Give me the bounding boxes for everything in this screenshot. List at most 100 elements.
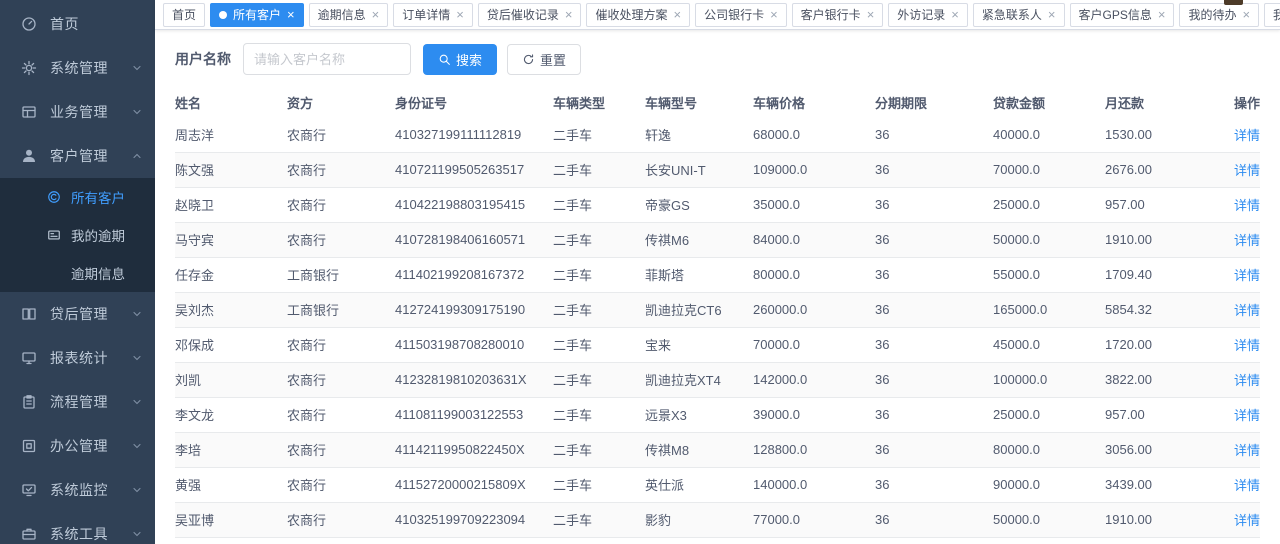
- close-icon[interactable]: ×: [673, 8, 681, 21]
- close-icon[interactable]: ×: [1242, 8, 1250, 21]
- sidebar-item-label: 客户管理: [50, 146, 131, 166]
- table-cell: 55000.0: [993, 537, 1105, 544]
- table-cell: 80000.0: [993, 432, 1105, 467]
- avatar[interactable]: [1224, 0, 1243, 5]
- close-icon[interactable]: ×: [1158, 8, 1166, 21]
- reset-button[interactable]: 重置: [507, 44, 581, 75]
- detail-link[interactable]: 详情: [1234, 163, 1260, 178]
- table-cell: 260000.0: [753, 292, 875, 327]
- close-icon[interactable]: ×: [770, 8, 778, 21]
- table-cell: 1910.00: [1105, 222, 1220, 257]
- table-cell: 菲斯塔: [645, 257, 753, 292]
- table-cell: 黄强: [175, 467, 287, 502]
- table-cell: 36: [875, 362, 993, 397]
- table-cell: 411081199003122553: [395, 397, 553, 432]
- tab-8[interactable]: 外访记录×: [888, 3, 968, 27]
- sidebar-item-4[interactable]: 贷后管理: [0, 292, 155, 336]
- sidebar-item-7[interactable]: 办公管理: [0, 424, 155, 468]
- table-cell-action: 详情: [1220, 152, 1260, 187]
- sidebar-subitem-3-2[interactable]: 逾期信息: [0, 254, 155, 292]
- table-cell: 35000.0: [753, 187, 875, 222]
- detail-link[interactable]: 详情: [1234, 268, 1260, 283]
- tab-4[interactable]: 贷后催收记录×: [478, 3, 582, 27]
- table-body: 周志洋农商行410327199111112819二手车轩逸68000.03640…: [175, 117, 1260, 544]
- tab-bar: 首页所有客户×逾期信息×订单详情×贷后催收记录×催收处理方案×公司银行卡×客户银…: [155, 0, 1280, 30]
- table-cell: 农商行: [287, 397, 395, 432]
- detail-link[interactable]: 详情: [1234, 338, 1260, 353]
- tab-label: 逾期信息: [318, 6, 366, 23]
- table-cell: 传祺M8: [645, 432, 753, 467]
- detail-link[interactable]: 详情: [1234, 408, 1260, 423]
- table-cell: 25000.0: [993, 187, 1105, 222]
- tab-10[interactable]: 客户GPS信息 ×: [1070, 3, 1175, 27]
- table-cell: 41232819810203631X: [395, 362, 553, 397]
- table-cell: 957.00: [1105, 187, 1220, 222]
- sidebar-item-5[interactable]: 报表统计: [0, 336, 155, 380]
- column-header: 操作: [1220, 87, 1260, 117]
- detail-link[interactable]: 详情: [1234, 513, 1260, 528]
- tab-3[interactable]: 订单详情×: [393, 3, 473, 27]
- detail-link[interactable]: 详情: [1234, 373, 1260, 388]
- sidebar-item-9[interactable]: 系统工具: [0, 512, 155, 544]
- detail-link[interactable]: 详情: [1234, 233, 1260, 248]
- table-cell-action: 详情: [1220, 327, 1260, 362]
- tab-9[interactable]: 紧急联系人×: [973, 3, 1065, 27]
- close-icon[interactable]: ×: [372, 8, 380, 21]
- close-icon[interactable]: ×: [867, 8, 875, 21]
- column-header: 车辆型号: [645, 87, 753, 117]
- search-input[interactable]: [243, 43, 411, 75]
- close-icon[interactable]: ×: [1048, 8, 1056, 21]
- column-header: 贷款金额: [993, 87, 1105, 117]
- table-cell: 410728198406160571: [395, 222, 553, 257]
- office-icon: [21, 438, 37, 454]
- table-cell: 3822.00: [1105, 362, 1220, 397]
- tab-12[interactable]: 我的流程×: [1264, 3, 1280, 27]
- table-cell: 3056.00: [1105, 432, 1220, 467]
- tab-5[interactable]: 催收处理方案×: [586, 3, 690, 27]
- chevron-down-icon: [131, 308, 143, 320]
- close-icon[interactable]: ×: [951, 8, 959, 21]
- table-cell: 赵晓卫: [175, 187, 287, 222]
- close-icon[interactable]: ×: [565, 8, 573, 21]
- sidebar-item-3[interactable]: 客户管理: [0, 134, 155, 178]
- sidebar-item-0[interactable]: 首页: [0, 2, 155, 46]
- table-cell: 957.00: [1105, 397, 1220, 432]
- detail-link[interactable]: 详情: [1234, 128, 1260, 143]
- sidebar-item-2[interactable]: 业务管理: [0, 90, 155, 134]
- sidebar-subitem-3-0[interactable]: 所有客户: [0, 178, 155, 216]
- detail-link[interactable]: 详情: [1234, 443, 1260, 458]
- tab-2[interactable]: 逾期信息 ×: [309, 3, 389, 27]
- table-row: 黄强农商行41152720000215809X二手车英仕派140000.0369…: [175, 467, 1260, 502]
- sidebar-subitem-3-1[interactable]: 我的逾期: [0, 216, 155, 254]
- tab-11[interactable]: 我的待办×: [1179, 3, 1259, 27]
- sidebar-item-1[interactable]: 系统管理: [0, 46, 155, 90]
- table-cell: 农商行: [287, 152, 395, 187]
- table-cell: 142000.0: [753, 362, 875, 397]
- table-cell: 帝豪GS: [645, 187, 753, 222]
- table-cell: 25000.0: [993, 397, 1105, 432]
- close-icon[interactable]: ×: [456, 8, 464, 21]
- close-icon[interactable]: ×: [287, 8, 295, 21]
- tab-7[interactable]: 客户银行卡×: [792, 3, 884, 27]
- chevron-down-icon: [131, 528, 143, 540]
- tab-label: 客户GPS信息: [1079, 6, 1152, 23]
- tab-1[interactable]: 所有客户 ×: [210, 3, 304, 27]
- detail-link[interactable]: 详情: [1234, 198, 1260, 213]
- tab-label: 所有客户: [233, 6, 281, 23]
- table-cell: 吴刘杰: [175, 292, 287, 327]
- table-cell: 英仕派: [645, 467, 753, 502]
- sidebar-item-6[interactable]: 流程管理: [0, 380, 155, 424]
- table-cell-action: 详情: [1220, 292, 1260, 327]
- detail-link[interactable]: 详情: [1234, 478, 1260, 493]
- table-cell: 412724199309175190: [395, 292, 553, 327]
- business-icon: [21, 104, 37, 120]
- tab-0[interactable]: 首页: [163, 3, 205, 27]
- tab-6[interactable]: 公司银行卡×: [695, 3, 787, 27]
- table-cell: 410422198803195415: [395, 187, 553, 222]
- table-row: 周志洋农商行410327199111112819二手车轩逸68000.03640…: [175, 117, 1260, 152]
- search-button[interactable]: 搜索: [423, 44, 497, 75]
- table-cell: 工商银行: [287, 292, 395, 327]
- detail-link[interactable]: 详情: [1234, 303, 1260, 318]
- sidebar-item-8[interactable]: 系统监控: [0, 468, 155, 512]
- table-cell: 128800.0: [753, 432, 875, 467]
